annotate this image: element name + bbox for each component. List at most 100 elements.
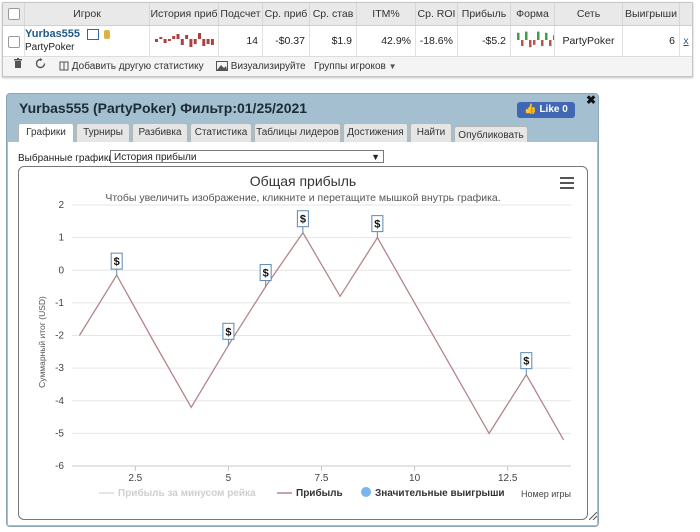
- chart-legend: Прибыль за минусом рейка Прибыль Значите…: [99, 487, 505, 499]
- sparkline-chart: [155, 33, 214, 47]
- series-line-profit[interactable]: [78, 231, 565, 441]
- tab-find[interactable]: Найти: [410, 123, 452, 142]
- facebook-like-label: Like 0: [539, 104, 568, 115]
- player-cell: Yurbas555 PartyPoker: [25, 26, 150, 56]
- profit-value: -$5.2: [458, 26, 511, 56]
- big-win-flag[interactable]: $: [110, 252, 123, 276]
- x-tick-label: 2.5: [128, 473, 142, 484]
- form-bar: [537, 31, 540, 40]
- notes-icon[interactable]: [86, 28, 99, 40]
- spark-bar: [210, 39, 214, 45]
- row-select[interactable]: [3, 26, 25, 56]
- y-tick-label: -4: [55, 396, 64, 407]
- spark-bar: [206, 39, 210, 44]
- y-tick-label: -6: [55, 461, 64, 472]
- delete-icon[interactable]: [13, 57, 23, 76]
- form-bars-chart: [517, 31, 554, 48]
- form-bar: [521, 40, 524, 46]
- y-tick-label: -2: [55, 331, 64, 342]
- chart-menu-icon[interactable]: [560, 177, 574, 189]
- svg-text:$: $: [300, 214, 306, 226]
- spark-bar: [176, 34, 180, 39]
- player-network: PartyPoker: [25, 42, 75, 53]
- visualize-label: Визуализируйте: [230, 61, 306, 72]
- spark-bar: [163, 39, 167, 43]
- remove-row-button[interactable]: x: [680, 26, 692, 56]
- add-stats-button[interactable]: Добавить другую статистику: [59, 57, 204, 76]
- form-bar: [533, 40, 536, 45]
- form-bar: [549, 40, 552, 46]
- player-groups-label: Группы игроков: [314, 61, 386, 72]
- big-win-flag[interactable]: $: [296, 210, 309, 233]
- y-tick-label: 2: [58, 200, 64, 211]
- spark-bar: [202, 39, 206, 46]
- svg-text:$: $: [523, 356, 529, 368]
- player-name-link[interactable]: Yurbas555: [25, 28, 80, 40]
- spark-bar: [155, 39, 158, 42]
- tab-statistics[interactable]: Статистика: [190, 123, 252, 142]
- row-checkbox[interactable]: [8, 36, 20, 48]
- selected-charts-label: Выбранные графики:: [18, 153, 117, 164]
- header-profit[interactable]: Прибыль: [458, 3, 511, 25]
- svg-text:$: $: [374, 219, 380, 231]
- y-axis-label: Суммарный итог (USD): [37, 296, 47, 388]
- y-tick-label: 1: [58, 233, 64, 244]
- x-tick-label: 7.5: [315, 473, 329, 484]
- window-title: Yurbas555 (PartyPoker) Фильтр:01/25/2021: [19, 100, 308, 116]
- chart-select-value: История прибыли: [114, 152, 197, 163]
- header-avg-roi[interactable]: Ср. ROI: [416, 3, 458, 25]
- refresh-icon[interactable]: [35, 57, 46, 76]
- profit-history-sparkline: [150, 26, 219, 56]
- tab-charts[interactable]: Графики: [18, 123, 74, 143]
- itm-value: 42.9%: [357, 26, 416, 56]
- visualize-button[interactable]: Визуализируйте: [216, 57, 306, 76]
- avg-roi-value: -18.6%: [416, 26, 458, 56]
- trophy-icon: [103, 29, 110, 39]
- header-player[interactable]: Игрок: [25, 3, 150, 25]
- player-window: Yurbas555 (PartyPoker) Фильтр:01/25/2021…: [6, 93, 599, 527]
- profit-chart[interactable]: Общая прибыль Чтобы увеличить изображени…: [19, 167, 587, 519]
- big-win-flag[interactable]: $: [520, 352, 533, 375]
- legend-item-profit[interactable]: Прибыль: [296, 487, 343, 499]
- chart-select[interactable]: История прибыли ▼: [110, 150, 384, 163]
- form-chart: [511, 26, 555, 56]
- spark-bar: [172, 36, 176, 39]
- x-tick-label: 12.5: [498, 473, 518, 484]
- chart-container: Общая прибыль Чтобы увеличить изображени…: [18, 166, 588, 520]
- facebook-like-button[interactable]: 👍 Like 0: [517, 102, 575, 118]
- tab-leaderboards[interactable]: Таблицы лидеров: [254, 123, 341, 142]
- close-icon[interactable]: ✖: [585, 94, 597, 106]
- tab-breakdown[interactable]: Разбивка: [132, 123, 188, 142]
- network-value: PartyPoker: [555, 26, 623, 56]
- header-network[interactable]: Сеть: [555, 3, 623, 25]
- header-form[interactable]: Форма: [511, 3, 555, 25]
- stats-header: Игрок История приб Подсчет Ср. приб Ср. …: [3, 3, 692, 26]
- form-bar: [529, 40, 532, 48]
- header-avg-stake[interactable]: Ср. став: [310, 3, 357, 25]
- legend-item-net-rake[interactable]: Прибыль за минусом рейка: [118, 487, 256, 499]
- select-all-checkbox[interactable]: [8, 8, 20, 20]
- header-wins[interactable]: Выигрыши: [623, 3, 680, 25]
- header-count[interactable]: Подсчет: [219, 3, 263, 25]
- header-profit-history[interactable]: История приб: [150, 3, 219, 25]
- resize-handle-icon[interactable]: [589, 512, 597, 520]
- spark-bar: [167, 39, 171, 41]
- table-row[interactable]: Yurbas555 PartyPoker 14 -$0.37 $1.9 42.9…: [3, 26, 692, 57]
- count-value: 14: [219, 26, 263, 56]
- tab-achievements[interactable]: Достижения: [343, 123, 408, 142]
- header-select-all[interactable]: [3, 3, 25, 25]
- y-tick-label: -1: [55, 298, 64, 309]
- svg-text:$: $: [225, 326, 231, 338]
- player-groups-dropdown[interactable]: Группы игроков ▼: [314, 57, 397, 76]
- legend-item-big-wins[interactable]: Значительные выигрыши: [375, 488, 505, 499]
- big-win-flag[interactable]: $: [259, 264, 272, 287]
- x-tick-label: 5: [226, 473, 232, 484]
- window-body: Выбранные графики: История прибыли ▼ Общ…: [8, 142, 597, 525]
- big-win-flag[interactable]: $: [222, 322, 235, 346]
- form-bar: [525, 31, 528, 40]
- big-win-flag[interactable]: $: [371, 215, 384, 238]
- tab-tournaments[interactable]: Турниры: [76, 123, 130, 142]
- x-axis-label: Номер игры: [521, 489, 571, 499]
- header-avg-profit[interactable]: Ср. приб: [263, 3, 310, 25]
- header-itm[interactable]: ITM%: [357, 3, 416, 25]
